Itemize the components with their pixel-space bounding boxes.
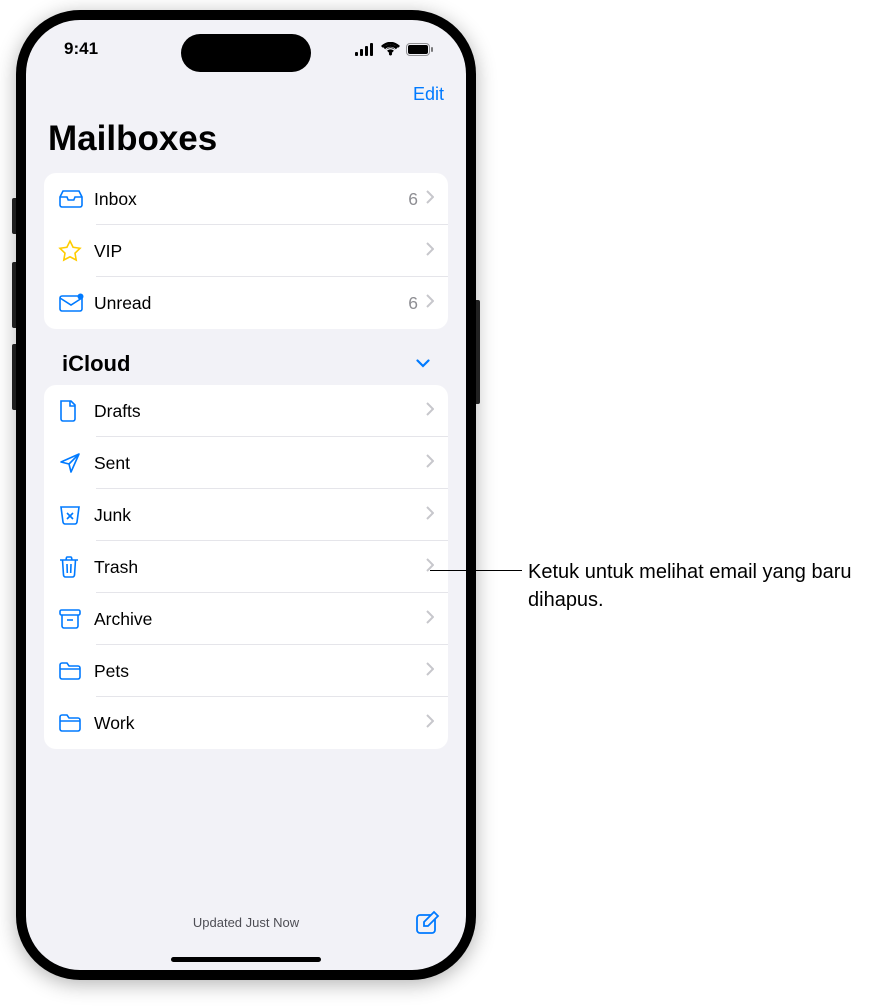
dynamic-island xyxy=(181,34,311,72)
callout-text: Ketuk untuk melihat email yang baru diha… xyxy=(522,558,852,614)
chevron-right-icon xyxy=(426,714,434,733)
mailboxes-content: Inbox 6 VIP xyxy=(26,173,466,898)
archive-icon xyxy=(58,608,94,630)
nav-bar: Edit xyxy=(26,78,466,107)
mailbox-label: Junk xyxy=(94,505,426,526)
annotation-callout: Ketuk untuk melihat email yang baru diha… xyxy=(430,558,880,614)
cellular-icon xyxy=(355,43,375,56)
mailbox-label: VIP xyxy=(94,241,426,262)
mailbox-count: 6 xyxy=(408,189,418,210)
status-time: 9:41 xyxy=(64,39,98,59)
inbox-icon xyxy=(58,189,94,209)
mailbox-row-vip[interactable]: VIP xyxy=(44,225,448,277)
mailbox-label: Drafts xyxy=(94,401,426,422)
folder-icon xyxy=(58,661,94,681)
mailbox-label: Sent xyxy=(94,453,426,474)
mailbox-row-drafts[interactable]: Drafts xyxy=(44,385,448,437)
drafts-icon xyxy=(58,399,94,423)
callout-line xyxy=(430,570,522,571)
mailbox-label: Pets xyxy=(94,661,426,682)
wifi-icon xyxy=(381,42,400,56)
home-indicator xyxy=(171,957,321,962)
mailbox-row-unread[interactable]: Unread 6 xyxy=(44,277,448,329)
toolbar-status-label: Updated Just Now xyxy=(26,915,466,930)
mailbox-row-junk[interactable]: Junk xyxy=(44,489,448,541)
mailbox-row-pets[interactable]: Pets xyxy=(44,645,448,697)
chevron-right-icon xyxy=(426,454,434,473)
chevron-down-icon xyxy=(416,355,430,373)
mailbox-row-trash[interactable]: Trash xyxy=(44,541,448,593)
mailbox-label: Work xyxy=(94,713,426,734)
mailbox-row-inbox[interactable]: Inbox 6 xyxy=(44,173,448,225)
trash-icon xyxy=(58,555,94,579)
section-header-icloud[interactable]: iCloud xyxy=(44,329,448,385)
folder-icon xyxy=(58,713,94,733)
mailbox-count: 6 xyxy=(408,293,418,314)
mailbox-row-work[interactable]: Work xyxy=(44,697,448,749)
mailbox-label: Unread xyxy=(94,293,408,314)
mailbox-label: Trash xyxy=(94,557,426,578)
junk-icon xyxy=(58,504,94,526)
mailbox-label: Inbox xyxy=(94,189,408,210)
chevron-right-icon xyxy=(426,506,434,525)
smart-mailboxes-group: Inbox 6 VIP xyxy=(44,173,448,329)
mailbox-row-archive[interactable]: Archive xyxy=(44,593,448,645)
chevron-right-icon xyxy=(426,662,434,681)
icloud-mailboxes-group: Drafts Sent xyxy=(44,385,448,749)
section-title: iCloud xyxy=(62,351,130,377)
edit-button[interactable]: Edit xyxy=(413,84,444,105)
chevron-right-icon xyxy=(426,402,434,421)
unread-icon xyxy=(58,293,94,313)
sent-icon xyxy=(58,451,94,475)
chevron-right-icon xyxy=(426,242,434,261)
phone-screen: 9:41 Edit Mailboxes xyxy=(26,20,466,970)
mailbox-row-sent[interactable]: Sent xyxy=(44,437,448,489)
status-indicators xyxy=(355,42,434,56)
compose-button[interactable] xyxy=(414,910,440,941)
star-icon xyxy=(58,239,94,263)
chevron-right-icon xyxy=(426,294,434,313)
phone-frame: 9:41 Edit Mailboxes xyxy=(16,10,476,980)
battery-icon xyxy=(406,43,434,56)
chevron-right-icon xyxy=(426,190,434,209)
page-title: Mailboxes xyxy=(26,107,466,173)
mailbox-label: Archive xyxy=(94,609,426,630)
